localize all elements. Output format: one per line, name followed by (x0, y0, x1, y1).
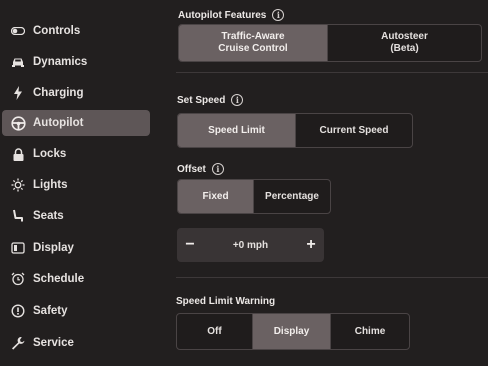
sidebar-item-lights[interactable]: Lights (2, 172, 150, 198)
sidebar-item-label: Display (33, 242, 74, 254)
divider (176, 72, 488, 73)
set-speed-label: Set Speed (177, 94, 226, 106)
sidebar: Controls Dynamics Charging Autopilot Loc… (0, 0, 158, 366)
sidebar-item-locks[interactable]: Locks (2, 141, 150, 167)
offset-heading: Offset i (177, 163, 224, 175)
sidebar-item-label: Seats (33, 210, 64, 222)
toggle-icon (10, 23, 26, 39)
info-icon[interactable]: i (231, 94, 244, 106)
alarm-clock-icon (10, 271, 26, 287)
option-speed-limit[interactable]: Speed Limit (178, 114, 296, 147)
option-autosteer[interactable]: Autosteer (Beta) (328, 25, 481, 61)
set-speed-heading: Set Speed i (177, 94, 244, 106)
sidebar-item-label: Locks (33, 148, 67, 160)
sun-icon (10, 177, 26, 193)
sidebar-item-controls[interactable]: Controls (2, 18, 150, 44)
option-line: Autosteer (381, 31, 428, 42)
sidebar-item-label: Safety (33, 305, 68, 317)
option-current-speed[interactable]: Current Speed (296, 114, 412, 147)
offset-label: Offset (177, 163, 206, 175)
sidebar-item-label: Controls (33, 25, 81, 37)
lightning-icon (10, 85, 26, 101)
alert-circle-icon (10, 303, 26, 319)
speed-limit-warning-segmented-control: Off Display Chime (176, 313, 410, 350)
sidebar-item-display[interactable]: Display (2, 235, 150, 261)
option-chime[interactable]: Chime (331, 314, 409, 349)
option-line: Traffic-Aware (221, 31, 285, 42)
sidebar-item-label: Charging (33, 87, 84, 99)
sidebar-item-service[interactable]: Service (2, 330, 150, 356)
set-speed-segmented-control: Speed Limit Current Speed (177, 113, 413, 148)
sidebar-item-label: Lights (33, 179, 68, 191)
autopilot-settings-panel: Autopilot Features i Traffic-Aware Cruis… (176, 0, 488, 366)
car-icon (10, 54, 26, 70)
option-percentage[interactable]: Percentage (254, 180, 330, 213)
autopilot-features-heading: Autopilot Features i (178, 9, 285, 21)
info-icon[interactable]: i (272, 9, 285, 21)
steering-wheel-icon (10, 115, 26, 131)
offset-stepper: − +0 mph + (177, 228, 324, 262)
offset-value: +0 mph (232, 239, 269, 251)
autopilot-features-label: Autopilot Features (178, 9, 267, 21)
info-icon[interactable]: i (211, 163, 224, 175)
option-display[interactable]: Display (253, 314, 331, 349)
option-line: (Beta) (390, 43, 419, 54)
sidebar-item-charging[interactable]: Charging (2, 80, 150, 106)
decrement-button[interactable]: − (177, 228, 203, 262)
sidebar-item-dynamics[interactable]: Dynamics (2, 49, 150, 75)
sidebar-item-safety[interactable]: Safety (2, 298, 150, 324)
sidebar-item-label: Schedule (33, 273, 85, 285)
offset-type-segmented-control: Fixed Percentage (177, 179, 331, 214)
divider (176, 277, 488, 278)
wrench-icon (10, 335, 26, 351)
sidebar-item-label: Service (33, 337, 74, 349)
sidebar-item-schedule[interactable]: Schedule (2, 266, 150, 292)
autopilot-features-segmented-control: Traffic-Aware Cruise Control Autosteer (… (178, 24, 482, 62)
option-off[interactable]: Off (177, 314, 253, 349)
sidebar-item-label: Dynamics (33, 56, 88, 68)
speed-limit-warning-label: Speed Limit Warning (176, 296, 276, 307)
lock-icon (10, 146, 26, 162)
speed-limit-warning-heading: Speed Limit Warning (176, 296, 275, 307)
option-fixed[interactable]: Fixed (178, 180, 254, 213)
seat-icon (10, 208, 26, 224)
option-line: Cruise Control (218, 43, 288, 54)
increment-button[interactable]: + (298, 228, 324, 262)
sidebar-item-autopilot[interactable]: Autopilot (2, 110, 150, 136)
sidebar-item-label: Autopilot (33, 117, 84, 129)
option-traffic-aware-cruise-control[interactable]: Traffic-Aware Cruise Control (179, 25, 328, 61)
display-icon (10, 240, 26, 256)
sidebar-item-seats[interactable]: Seats (2, 203, 150, 229)
